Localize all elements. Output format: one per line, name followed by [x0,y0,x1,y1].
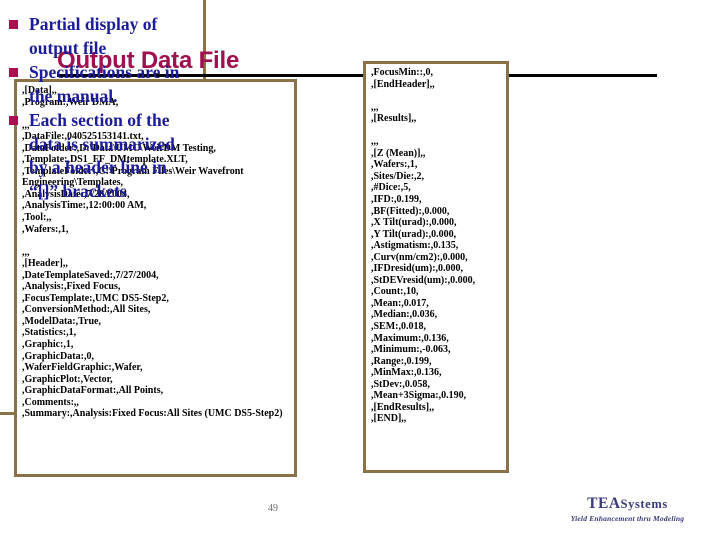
code-line: ,StDev:,0.058, [371,378,430,390]
code-line: ,,, [22,246,30,258]
code-line: ,[END],, [371,413,407,425]
code-line: ,Summary:,Analysis:Fixed Focus:All Sites… [22,408,283,420]
code-line: ,,, [371,101,379,113]
logo-systems-text: Systems [620,497,668,511]
code-line: ,Wafers:,1, [22,223,69,235]
code-line: ,Analysis:,Fixed Focus, [22,281,121,293]
bullet-text: Each section of the data is summarized b… [29,110,175,201]
code-line: ,Mean:,0.017, [371,297,429,309]
logo-name-line: TEASystems [540,496,715,513]
code-line: ,FocusTemplate:,UMC DS5-Step2, [22,292,169,304]
code-line: ,Comments:,, [22,396,79,408]
code-line: ,StDEVresid(um):,0.000, [371,274,476,286]
square-bullet-icon [9,68,18,77]
code-line: ,ConversionMethod:,All Sites, [22,304,151,316]
code-line: ,,, [371,136,379,148]
code-line: ,GraphicData:,0, [22,350,94,362]
logo-tagline: Yield Enhancement thru Modeling [570,514,685,523]
code-line: ,Y Tilt(urad):,0.000, [371,228,457,240]
code-line: ,Count:,10, [371,286,419,298]
code-line: ,[EndHeader],, [371,78,435,90]
bullet-item: Partial display of output file [4,13,197,60]
page-number: 49 [268,503,278,514]
code-line: ,Wafers:,1, [371,159,418,171]
slide-canvas: Output Data File ,[Data],, ,Program:,Weir… [0,0,720,540]
code-line: ,Mean+3Sigma:,0.190, [371,390,467,402]
code-line: ,#Dice:,5, [371,182,411,194]
code-line: ,GraphicPlot:,Vector, [22,373,113,385]
code-line: ,Graphic:,1, [22,339,74,351]
bullet-item: Each section of the data is summarized b… [4,109,197,203]
code-line: ,ModelData:,True, [22,315,101,327]
bullet-text: Partial display of output file [29,14,158,58]
code-line: ,MinMax:,0.136, [371,367,442,379]
logo-tea-text: TEA [587,495,621,512]
code-line: ,FocusMin::,0, [371,67,433,78]
code-line: ,[Z (Mean)],, [371,147,426,159]
code-line: ,[Results],, [371,113,417,125]
code-line: ,GraphicDataFormat:,All Points, [22,385,164,397]
notes-inner: Partial display of output file Specificat… [0,0,203,203]
code-line: ,DateTemplateSaved:,7/27/2004, [22,269,159,281]
code-line: ,WaferFieldGraphic:,Wafer, [22,362,143,374]
code-line: ,BF(Fitted):,0.000, [371,205,450,217]
output-file-middle-panel: ,FocusMin::,0, ,[EndHeader],,,,, ,[Results… [363,61,509,473]
code-line: ,Curv(nm/cm2):,0.000, [371,251,468,263]
square-bullet-icon [9,116,18,125]
code-line: ,X Tilt(urad):,0.000, [371,217,457,229]
code-line: ,IFDresid(um):,0.000, [371,263,464,275]
code-line: ,Maximum:,0.136, [371,332,449,344]
middle-panel-code-lines: ,FocusMin::,0, ,[EndHeader],,,,, ,[Results… [366,64,506,427]
code-line: ,[EndResults],, [371,401,435,413]
code-line: ,Astigmatism:,0.135, [371,240,459,252]
code-line: ,Range:,0.199, [371,355,432,367]
code-line: ,IFD:,0.199, [371,194,422,206]
company-logo: TEASystems Yield Enhancement thru Modeli… [540,496,715,524]
square-bullet-icon [9,20,18,29]
code-line: ,Median:,0.036, [371,309,438,321]
code-line: ,Minimum:,-0.063, [371,344,451,356]
code-line: ,[Header],, [22,258,68,270]
bullet-text: Specifications are in the manual. [29,62,180,106]
code-line: ,SEM:,0.018, [371,321,426,333]
code-line: ,Statistics:,1, [22,327,77,339]
bullet-item: Specifications are in the manual. [4,61,197,108]
code-line: ,Sites/Die:,2, [371,170,425,182]
code-line: ,Tool:,, [22,212,52,224]
